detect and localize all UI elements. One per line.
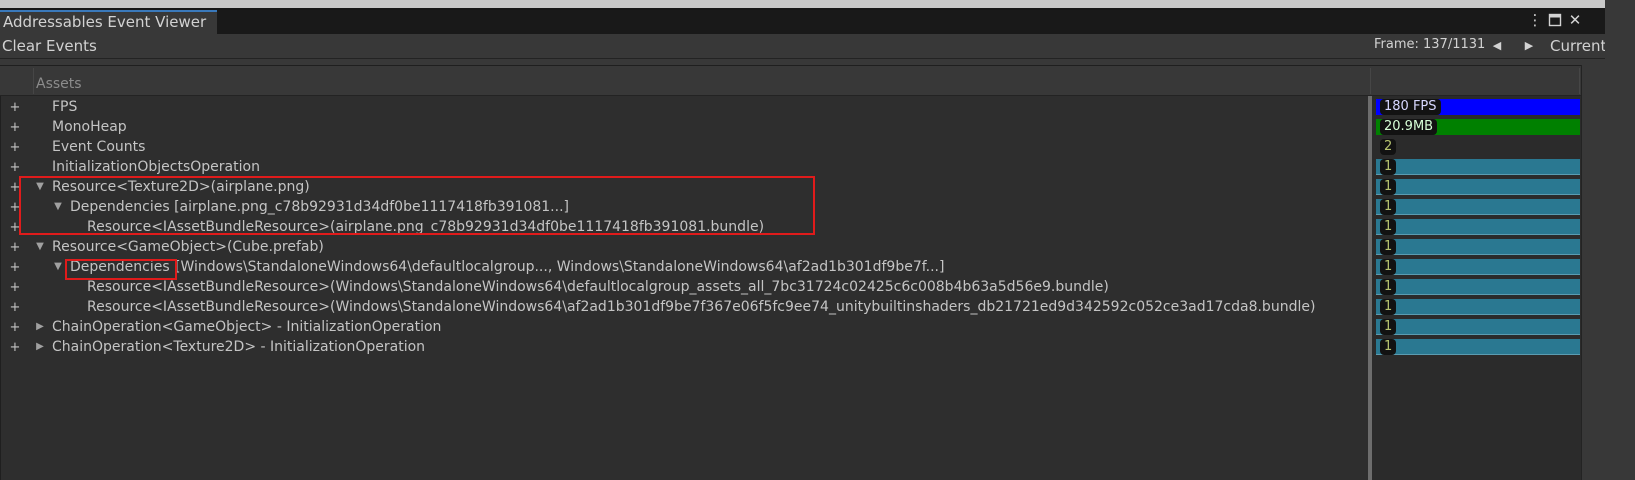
tree-row-label-tail-wrap: [Windows\StandaloneWindows64\defaultloca… bbox=[175, 257, 944, 277]
foldout-collapsed-icon[interactable]: ▶ bbox=[34, 337, 46, 357]
current-frame-button[interactable]: Current bbox=[1550, 34, 1606, 58]
highlight-box-airplane bbox=[19, 176, 815, 235]
foldout-collapsed-icon[interactable]: ▶ bbox=[34, 317, 46, 337]
plus-icon[interactable]: + bbox=[8, 117, 22, 137]
event-bar bbox=[1376, 179, 1580, 195]
event-value-label: 1 bbox=[1380, 159, 1397, 175]
tree-row[interactable]: + InitializationObjectsOperation bbox=[0, 157, 1366, 177]
tree-row[interactable]: + FPS bbox=[0, 97, 1366, 117]
close-icon[interactable]: ✕ bbox=[1566, 10, 1584, 30]
tree-row-label-tail: [Windows\StandaloneWindows64\defaultloca… bbox=[175, 259, 945, 275]
event-value-label: 1 bbox=[1380, 299, 1397, 315]
graph-right-gutter bbox=[1581, 65, 1605, 480]
event-value-label: 20.9MB bbox=[1380, 119, 1438, 135]
plus-icon[interactable]: + bbox=[8, 97, 22, 117]
event-value-label: 1 bbox=[1380, 199, 1397, 215]
column-divider bbox=[33, 68, 34, 94]
window-tab-bar bbox=[0, 8, 1635, 34]
tree-row-label: Resource<IAssetBundleResource>(Windows\S… bbox=[87, 279, 1109, 295]
tree-row[interactable]: + MonoHeap bbox=[0, 117, 1366, 137]
arrow-left-icon[interactable]: ◀ bbox=[1484, 36, 1510, 56]
frame-counter: Frame: 137/1131 bbox=[1374, 37, 1486, 52]
event-value-label: 1 bbox=[1380, 279, 1397, 295]
tree-row-label: InitializationObjectsOperation bbox=[52, 159, 260, 175]
event-value-label: 1 bbox=[1380, 179, 1397, 195]
plus-icon[interactable]: + bbox=[8, 257, 22, 277]
event-bar bbox=[1376, 259, 1580, 275]
foldout-expanded-icon[interactable]: ▼ bbox=[52, 257, 64, 277]
event-bar bbox=[1376, 219, 1580, 235]
tree-row[interactable]: + Resource<IAssetBundleResource>(Windows\… bbox=[0, 277, 1366, 297]
highlight-box-dependencies bbox=[65, 259, 177, 280]
arrow-right-icon[interactable]: ▶ bbox=[1516, 36, 1542, 56]
event-bar bbox=[1376, 279, 1580, 295]
tree-row-label: Event Counts bbox=[52, 139, 146, 155]
panel-splitter[interactable] bbox=[1368, 96, 1372, 480]
tree-row[interactable]: + ▼ Resource<GameObject>(Cube.prefab) bbox=[0, 237, 1366, 257]
column-divider bbox=[1579, 68, 1580, 94]
maximize-icon[interactable] bbox=[1546, 10, 1564, 30]
assets-column-label: Assets bbox=[36, 76, 82, 92]
window-tab[interactable]: Addressables Event Viewer bbox=[0, 10, 217, 34]
tree-row-label: MonoHeap bbox=[52, 119, 127, 135]
tree-row[interactable]: + Resource<IAssetBundleResource>(Windows\… bbox=[0, 297, 1366, 317]
tree-row-label: Resource<GameObject>(Cube.prefab) bbox=[52, 239, 324, 255]
plus-icon[interactable]: + bbox=[8, 137, 22, 157]
event-bar bbox=[1376, 339, 1580, 355]
tree-row[interactable]: + ▶ ChainOperation<Texture2D> - Initializa… bbox=[0, 337, 1366, 357]
event-value-label: 1 bbox=[1380, 259, 1397, 275]
event-bar bbox=[1376, 199, 1580, 215]
event-value-label: 1 bbox=[1380, 219, 1397, 235]
tree-row-label: ChainOperation<Texture2D> - Initializati… bbox=[52, 339, 426, 355]
foldout-expanded-icon[interactable]: ▼ bbox=[34, 237, 46, 257]
plus-icon[interactable]: + bbox=[8, 337, 22, 357]
event-value-label: 2 bbox=[1380, 139, 1397, 155]
event-bar bbox=[1376, 319, 1580, 335]
plus-icon[interactable]: + bbox=[8, 317, 22, 337]
tree-row-label: ChainOperation<GameObject> - Initializat… bbox=[52, 319, 442, 335]
kebab-menu-icon[interactable]: ⋮ bbox=[1526, 10, 1544, 30]
column-divider bbox=[1370, 68, 1371, 94]
event-value-label: 1 bbox=[1380, 319, 1397, 335]
event-value-label: 1 bbox=[1380, 339, 1397, 355]
assets-column-header[interactable] bbox=[0, 66, 1371, 96]
tree-row[interactable]: + ▶ ChainOperation<GameObject> - Initializ… bbox=[0, 317, 1366, 337]
plus-icon[interactable]: + bbox=[8, 157, 22, 177]
tree-row[interactable]: + Event Counts bbox=[0, 137, 1366, 157]
event-bar bbox=[1376, 299, 1580, 315]
event-value-label: 1 bbox=[1380, 239, 1397, 255]
plus-icon[interactable]: + bbox=[8, 237, 22, 257]
tree-row-label: FPS bbox=[52, 99, 78, 115]
plus-icon[interactable]: + bbox=[8, 277, 22, 297]
event-bar bbox=[1376, 159, 1580, 175]
tree-row-label: Resource<IAssetBundleResource>(Windows\S… bbox=[87, 299, 1316, 315]
graph-column-header[interactable] bbox=[1371, 66, 1581, 96]
clear-events-button[interactable]: Clear Events bbox=[2, 34, 97, 58]
event-value-label: 180 FPS bbox=[1380, 99, 1441, 115]
event-bar bbox=[1376, 239, 1580, 255]
screen-top-strip bbox=[0, 0, 1635, 8]
plus-icon[interactable]: + bbox=[8, 297, 22, 317]
window-right-edge bbox=[1605, 0, 1635, 480]
tree-row[interactable]: + ▼ Dependencies [Windows\StandaloneWindow… bbox=[0, 257, 1366, 277]
